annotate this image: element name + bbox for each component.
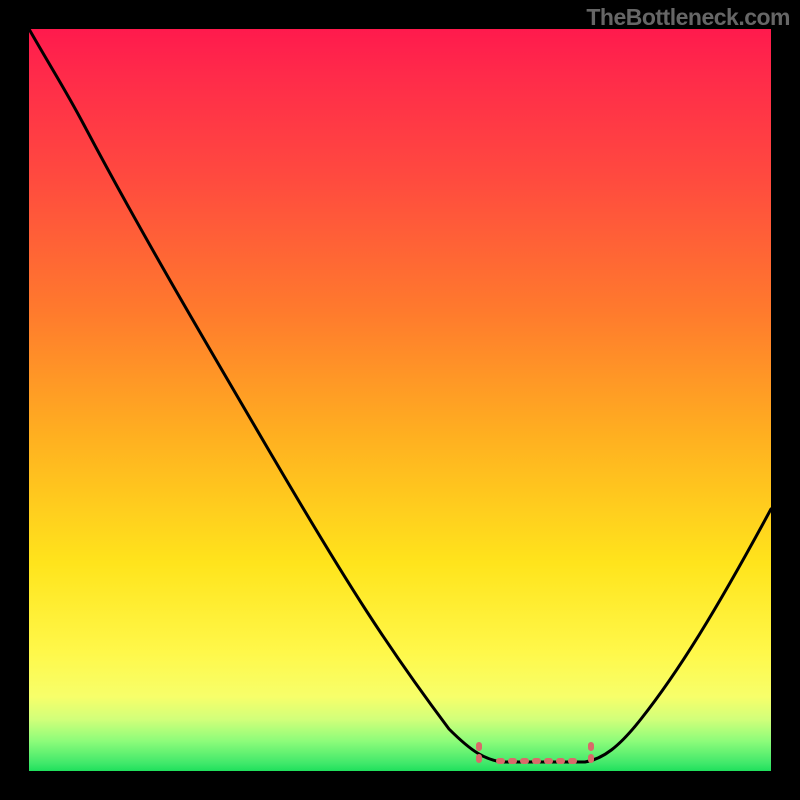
bottleneck-chart: TheBottleneck.com (0, 0, 800, 800)
gradient-plot-area (29, 29, 771, 771)
watermark-text: TheBottleneck.com (586, 4, 790, 31)
